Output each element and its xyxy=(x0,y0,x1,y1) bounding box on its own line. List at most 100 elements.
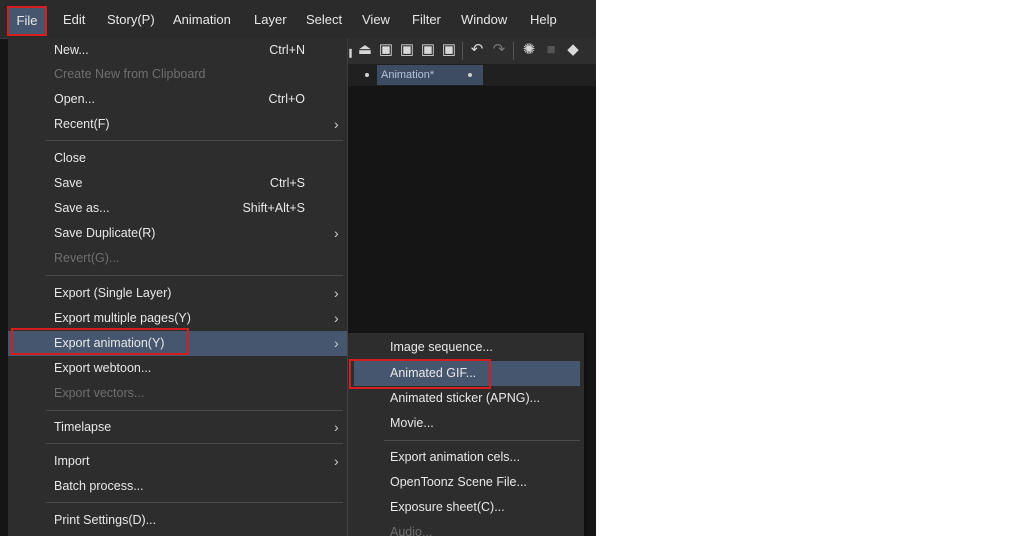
menu-item-label: Open... xyxy=(54,92,95,106)
tab-label: Animation* xyxy=(381,69,435,81)
menu-item-label: Recent(F) xyxy=(54,117,110,131)
menu-help[interactable]: Help xyxy=(530,12,557,27)
chevron-right-icon: › xyxy=(334,453,339,469)
tab-animation[interactable]: Animation* xyxy=(377,65,483,85)
shortcut-label: Ctrl+O xyxy=(268,92,305,106)
menu-file[interactable]: File xyxy=(7,6,47,36)
menu-item-import[interactable]: Import › xyxy=(8,449,347,474)
menu-item-label: Exposure sheet(C)... xyxy=(390,500,505,514)
loading-icon[interactable]: ✺ xyxy=(521,42,537,58)
menu-item-export-animation[interactable]: Export animation(Y) › xyxy=(8,328,347,356)
chevron-right-icon: › xyxy=(334,225,339,241)
tab-close-icon[interactable] xyxy=(468,73,472,77)
clear-icon[interactable]: ■ xyxy=(543,42,559,58)
menu-item-label: Save Duplicate(R) xyxy=(54,226,156,240)
menu-item-label: Export webtoon... xyxy=(54,361,152,375)
menu-item-label: Audio... xyxy=(390,525,433,536)
menu-story[interactable]: Story(P) xyxy=(107,12,155,27)
menu-item-close[interactable]: Close xyxy=(8,146,347,171)
menu-window[interactable]: Window xyxy=(461,12,507,27)
submenu-item-image-sequence[interactable]: Image sequence... xyxy=(348,335,584,360)
menu-item-new[interactable]: New... Ctrl+N xyxy=(8,38,347,63)
menu-item-label: Save xyxy=(54,176,83,190)
menu-item-label: Export multiple pages(Y) xyxy=(54,311,191,325)
chevron-right-icon: › xyxy=(334,419,339,435)
export-page-icon[interactable]: ▣ xyxy=(378,42,394,58)
menu-item-save[interactable]: Save Ctrl+S xyxy=(8,171,347,196)
submenu-item-export-cels[interactable]: Export animation cels... xyxy=(348,445,584,470)
menu-item-label: Timelapse xyxy=(54,420,112,434)
fill-icon[interactable]: ◆ xyxy=(565,42,581,58)
menu-item-revert: Revert(G)... xyxy=(8,246,347,271)
menu-bar: File Edit Story(P) Animation Layer Selec… xyxy=(0,0,596,39)
menu-item-export-single-layer[interactable]: Export (Single Layer) › xyxy=(8,281,347,306)
menu-item-label: OpenToonz Scene File... xyxy=(390,475,527,489)
menu-item-label: Image sequence... xyxy=(390,340,493,354)
menu-item-print-settings[interactable]: Print Settings(D)... xyxy=(8,508,347,533)
toolbar-separator xyxy=(462,42,463,60)
menu-item-label: Close xyxy=(54,151,86,165)
shortcut-label: Ctrl+S xyxy=(269,176,305,190)
menu-item-label: Revert(G)... xyxy=(54,251,120,265)
menu-separator xyxy=(46,410,343,411)
redo-icon[interactable]: ↷ xyxy=(491,42,507,58)
menu-item-label: Import xyxy=(54,454,90,468)
export-jpg-icon[interactable]: ▣ xyxy=(420,42,436,58)
menu-item-recent[interactable]: Recent(F) › xyxy=(8,112,347,137)
menu-edit[interactable]: Edit xyxy=(63,12,85,27)
menu-filter[interactable]: Filter xyxy=(412,12,441,27)
menu-item-label: Animated sticker (APNG)... xyxy=(390,391,541,405)
menu-item-label: Save as... xyxy=(54,201,110,215)
menu-item-batch-process[interactable]: Batch process... xyxy=(8,474,347,499)
toolbar: ╻ ⏏ ▣ ▣ ▣ ▣ ↶ ↷ ✺ ■ ◆ xyxy=(345,38,596,64)
toolbar-separator xyxy=(513,42,514,60)
menu-item-label: Movie... xyxy=(390,416,434,430)
menu-separator xyxy=(46,275,343,276)
document-tab-strip: Animation* xyxy=(345,64,596,86)
menu-separator xyxy=(46,502,343,503)
chevron-right-icon: › xyxy=(334,335,339,351)
chevron-right-icon: › xyxy=(334,285,339,301)
chevron-right-icon: › xyxy=(334,310,339,326)
print-icon[interactable]: ⏏ xyxy=(357,42,373,58)
undo-icon[interactable]: ↶ xyxy=(469,42,485,58)
export-copy-icon[interactable]: ▣ xyxy=(399,42,415,58)
export-animation-submenu: Image sequence... Animated GIF... Animat… xyxy=(347,333,584,536)
menu-item-save-duplicate[interactable]: Save Duplicate(R) › xyxy=(8,221,347,246)
menu-item-label: Batch process... xyxy=(54,479,144,493)
menu-item-save-as[interactable]: Save as... Shift+Alt+S xyxy=(8,196,347,221)
submenu-item-audio: Audio... xyxy=(348,520,584,536)
menu-item-export-multiple-pages[interactable]: Export multiple pages(Y) › xyxy=(8,306,347,331)
chevron-right-icon: › xyxy=(334,116,339,132)
menu-item-export-webtoon[interactable]: Export webtoon... xyxy=(8,356,347,381)
menu-item-label: Export animation(Y) xyxy=(54,336,165,350)
menu-separator xyxy=(384,440,580,441)
menu-item-create-from-clipboard: Create New from Clipboard xyxy=(8,62,347,87)
menu-item-open[interactable]: Open... Ctrl+O xyxy=(8,87,347,112)
submenu-item-exposure-sheet[interactable]: Exposure sheet(C)... xyxy=(348,495,584,520)
menu-item-label: Export vectors... xyxy=(54,386,145,400)
submenu-item-opentoonz[interactable]: OpenToonz Scene File... xyxy=(348,470,584,495)
menu-item-label: Create New from Clipboard xyxy=(54,67,206,81)
file-menu-dropdown: New... Ctrl+N Create New from Clipboard … xyxy=(8,38,348,536)
menu-item-label: Print Settings(D)... xyxy=(54,513,157,527)
menu-item-export-vectors: Export vectors... xyxy=(8,381,347,406)
menu-item-label: Export (Single Layer) xyxy=(54,286,172,300)
shortcut-label: Shift+Alt+S xyxy=(242,201,305,215)
submenu-item-animated-gif[interactable]: Animated GIF... xyxy=(349,359,580,389)
menu-item-label: Export animation cels... xyxy=(390,450,520,464)
menu-item-label: New... xyxy=(54,43,89,57)
menu-separator xyxy=(46,140,343,141)
menu-view[interactable]: View xyxy=(362,12,390,27)
menu-item-timelapse[interactable]: Timelapse › xyxy=(8,415,347,440)
menu-select[interactable]: Select xyxy=(306,12,342,27)
submenu-item-animated-sticker[interactable]: Animated sticker (APNG)... xyxy=(348,386,584,411)
menu-layer[interactable]: Layer xyxy=(254,12,287,27)
menu-separator xyxy=(46,443,343,444)
export-png-icon[interactable]: ▣ xyxy=(441,42,457,58)
menu-animation[interactable]: Animation xyxy=(173,12,231,27)
submenu-item-movie[interactable]: Movie... xyxy=(348,411,584,436)
app-window: File Edit Story(P) Animation Layer Selec… xyxy=(0,0,596,536)
menu-item-label: Animated GIF... xyxy=(390,366,477,380)
shortcut-label: Ctrl+N xyxy=(269,43,305,57)
